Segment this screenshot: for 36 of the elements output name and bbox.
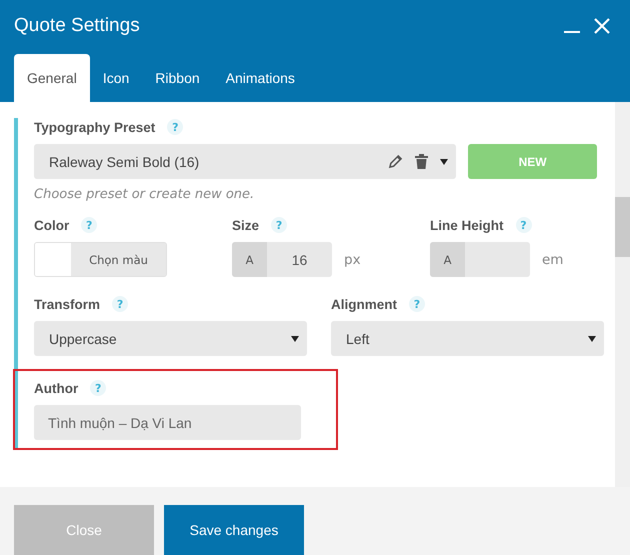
dropdown[interactable]: Uppercase bbox=[34, 321, 307, 356]
tab[interactable]: Ribbon bbox=[142, 54, 213, 102]
scrollbar[interactable] bbox=[615, 102, 630, 487]
unit-label: em bbox=[542, 252, 564, 268]
unit-toggle[interactable]: A bbox=[232, 242, 267, 277]
caret-icon bbox=[588, 334, 596, 342]
dropdown[interactable]: Left bbox=[331, 321, 604, 356]
field-label: Size bbox=[232, 218, 260, 232]
caret-icon bbox=[440, 158, 448, 166]
preset-select[interactable]: Raleway Semi Bold (16) bbox=[34, 144, 456, 179]
scrollbar-thumb[interactable] bbox=[615, 197, 630, 257]
close-icon[interactable] bbox=[594, 18, 610, 34]
hint-text: Choose preset or create new one. bbox=[34, 187, 256, 202]
unit-label: px bbox=[344, 252, 361, 268]
save-button[interactable]: Save changes bbox=[164, 505, 304, 555]
unit-toggle[interactable]: A bbox=[430, 242, 465, 277]
field-label: Line Height bbox=[430, 218, 504, 232]
field-label: Color bbox=[34, 218, 70, 232]
tab[interactable]: General bbox=[14, 54, 90, 102]
field-label: Alignment bbox=[331, 296, 397, 312]
select-value: Raleway Semi Bold (16) bbox=[49, 154, 200, 170]
trash-icon[interactable] bbox=[415, 154, 428, 169]
line-height-field[interactable]: A bbox=[430, 242, 530, 277]
size-field[interactable]: A 16 bbox=[232, 242, 332, 277]
field-label: Typography Preset bbox=[34, 120, 156, 134]
select-value: Left bbox=[346, 330, 370, 346]
tab[interactable]: Animations bbox=[212, 54, 308, 102]
window-title: Quote Settings bbox=[14, 15, 140, 37]
select-value: Uppercase bbox=[49, 330, 118, 346]
tab[interactable]: Icon bbox=[90, 54, 142, 102]
color-picker[interactable]: Chọn màu bbox=[34, 242, 167, 277]
pencil-icon[interactable] bbox=[388, 154, 404, 169]
field-label: Author bbox=[34, 380, 78, 396]
author-field[interactable]: Tình muộn – Dạ Vi Lan bbox=[34, 405, 301, 440]
field-label: Transform bbox=[34, 296, 100, 312]
caret-icon bbox=[291, 334, 299, 342]
